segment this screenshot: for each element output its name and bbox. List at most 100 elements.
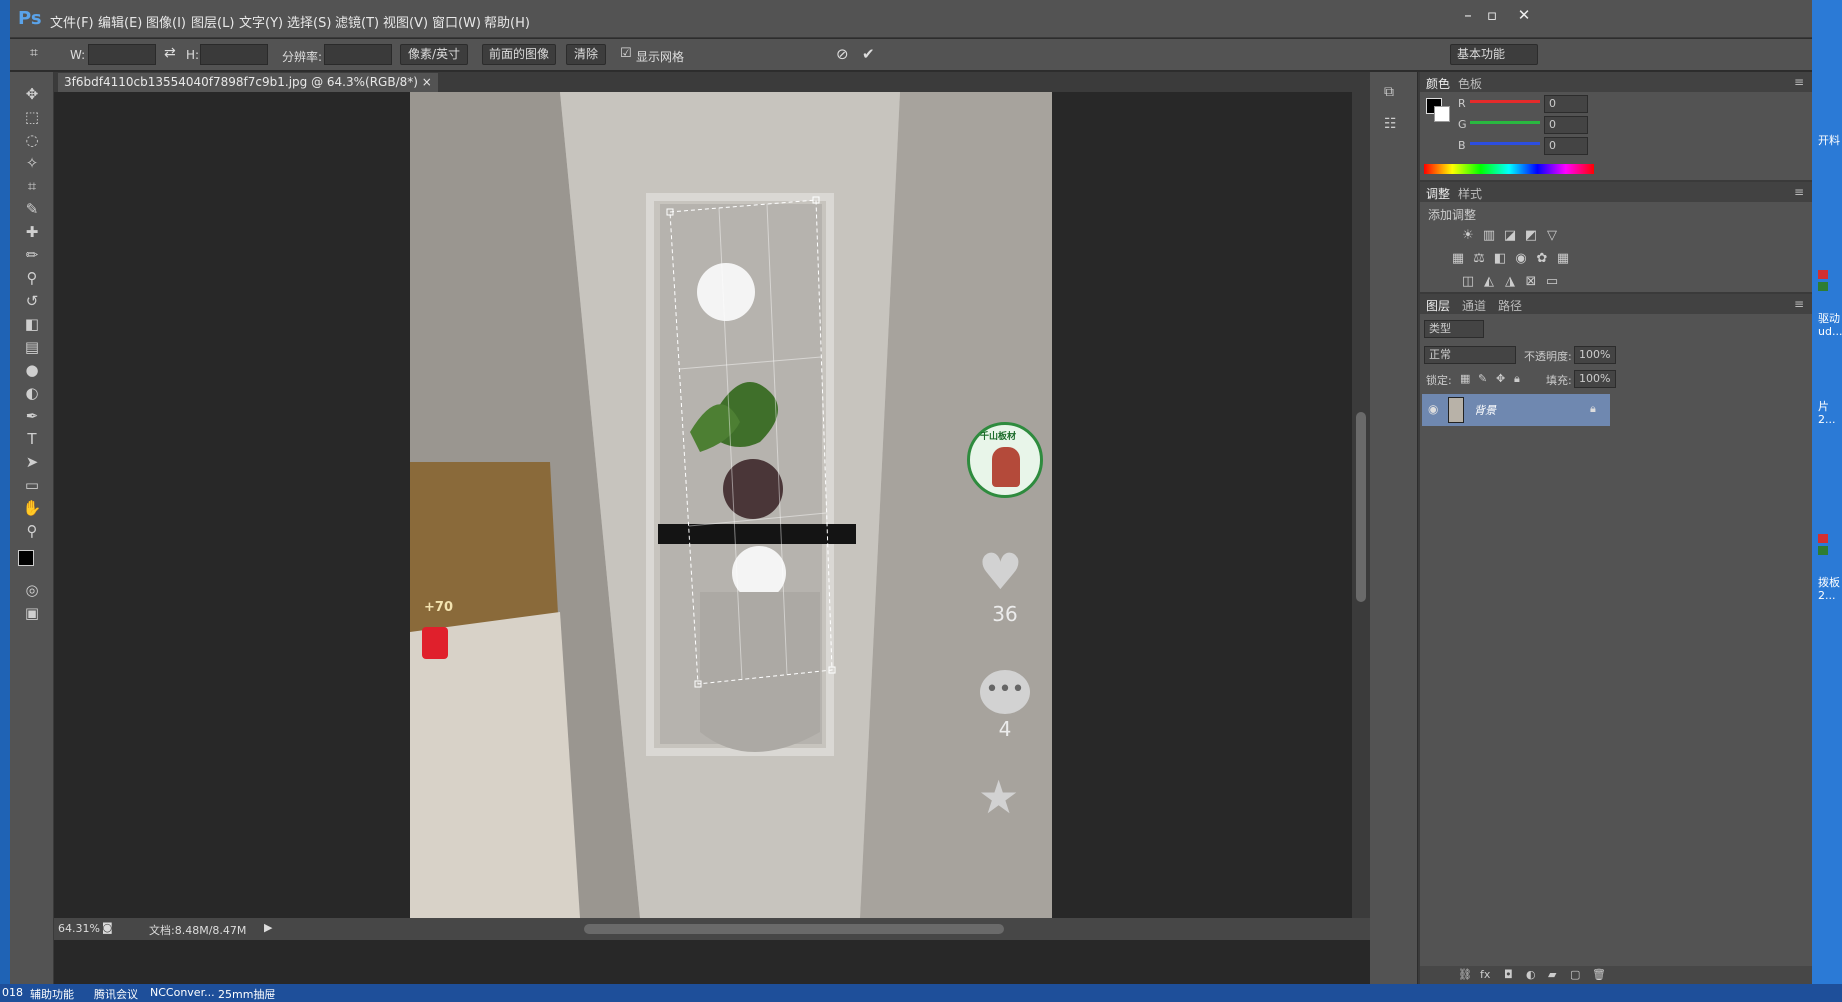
panel-menu-icon[interactable]: ≡ [1794,185,1804,199]
lock-transparent-icon[interactable]: ▦ [1460,372,1470,385]
menu-select[interactable]: 选择(S) [287,12,331,31]
document-tab[interactable]: 3f6bdf4110cb13554040f7898f7c9b1.jpg @ 64… [58,73,438,92]
quick-mask-icon[interactable]: ◎ [19,578,45,602]
type-tool-icon[interactable]: T [19,427,45,451]
lock-paint-icon[interactable]: ✎ [1478,372,1487,385]
taskbar-item[interactable]: 腾讯会议 [94,986,138,1002]
channel-r-slider[interactable] [1470,100,1540,103]
horizontal-scroll-thumb[interactable] [584,924,1004,934]
menu-image[interactable]: 图像(I) [146,12,186,31]
selective-color-icon[interactable]: ▭ [1544,274,1560,290]
clone-stamp-tool-icon[interactable]: ⚲ [19,266,45,290]
cancel-icon[interactable]: ⊘ [836,45,849,63]
fill-input[interactable]: 100% [1574,370,1616,388]
desktop-icon-label[interactable]: 驱动 ud... [1818,312,1842,338]
link-layers-icon[interactable]: ⛓ [1458,968,1472,981]
levels-icon[interactable]: ▥ [1481,228,1497,244]
layer-row[interactable]: ◉ 背景 🔒︎ [1422,394,1610,426]
menu-file[interactable]: 文件(F) [50,12,94,31]
new-group-icon[interactable]: ▰ [1548,968,1556,981]
magic-wand-tool-icon[interactable]: ✧ [19,151,45,175]
new-layer-icon[interactable]: ▢ [1570,968,1580,981]
desktop-icon[interactable] [1818,534,1828,543]
history-brush-tool-icon[interactable]: ↺ [19,289,45,313]
crop-tool-icon[interactable]: ⌗ [19,174,45,198]
commit-check-icon[interactable]: ✔ [862,45,875,63]
vertical-scroll-thumb[interactable] [1356,412,1366,602]
channel-mixer-icon[interactable]: ✿ [1534,251,1550,267]
desktop-icon[interactable] [1818,282,1828,291]
crop-tool-preset-icon[interactable]: ⌗ [30,45,38,61]
channel-g-value[interactable]: 0 [1544,116,1588,134]
menu-view[interactable]: 视图(V) [383,12,428,31]
brightness-icon[interactable]: ☀ [1460,228,1476,244]
close-button[interactable]: ✕ [1510,5,1538,27]
taskbar-item[interactable]: 018 [2,986,23,999]
tab-swatches[interactable]: 色板 [1458,75,1482,92]
lock-all-icon[interactable]: 🔒︎ [1514,372,1520,386]
screen-mode-icon[interactable]: ▣ [19,601,45,625]
exposure-icon[interactable]: ◩ [1523,228,1539,244]
swap-icon[interactable]: ⇄ [164,45,176,61]
panel-menu-icon[interactable]: ≡ [1794,75,1804,89]
rectangle-tool-icon[interactable]: ▭ [19,473,45,497]
desktop-icon-label[interactable]: 拨板 2... [1818,576,1842,602]
marquee-tool-icon[interactable]: ⬚ [19,105,45,129]
delete-layer-icon[interactable]: 🗑︎ [1592,968,1606,981]
layer-name[interactable]: 背景 [1474,402,1496,418]
menu-layer[interactable]: 图层(L) [191,12,234,31]
zoom-tool-icon[interactable]: ⚲ [19,519,45,543]
move-tool-icon[interactable]: ✥ [19,82,45,106]
curves-icon[interactable]: ◪ [1502,228,1518,244]
properties-panel-icon[interactable]: ☷ [1384,116,1397,132]
channel-r-value[interactable]: 0 [1544,95,1588,113]
channel-b-slider[interactable] [1470,142,1540,145]
tab-layers[interactable]: 图层 [1426,297,1450,314]
unit-select[interactable]: 像素/英寸 [400,44,468,65]
show-grid-checkbox[interactable]: ☑ [620,46,632,61]
channel-b-value[interactable]: 0 [1544,137,1588,155]
brush-tool-icon[interactable]: ✏ [19,243,45,267]
clear-button[interactable]: 清除 [566,44,606,65]
menu-filter[interactable]: 滤镜(T) [335,12,379,31]
dodge-tool-icon[interactable]: ◐ [19,381,45,405]
tab-adjustments[interactable]: 调整 [1426,185,1450,202]
gradient-map-icon[interactable]: ⊠ [1523,274,1539,290]
workspace-select[interactable]: 基本功能 [1450,44,1538,65]
menu-edit[interactable]: 编辑(E) [98,12,142,31]
color-balance-icon[interactable]: ⚖ [1471,251,1487,267]
taskbar-item[interactable]: 25mm抽屉 [218,986,275,1002]
layer-filter-select[interactable]: 类型 [1424,320,1484,338]
pen-tool-icon[interactable]: ✒ [19,404,45,428]
front-image-button[interactable]: 前面的图像 [482,44,556,65]
color-spectrum-bar[interactable] [1424,164,1594,174]
blur-tool-icon[interactable]: ● [19,358,45,382]
eraser-tool-icon[interactable]: ◧ [19,312,45,336]
visibility-eye-icon[interactable]: ◉ [1428,402,1438,416]
tab-color[interactable]: 颜色 [1426,75,1450,92]
zoom-level[interactable]: 64.31% [58,922,100,935]
menu-help[interactable]: 帮助(H) [484,12,530,31]
tab-styles[interactable]: 样式 [1458,185,1482,202]
invert-icon[interactable]: ◫ [1460,274,1476,290]
width-input[interactable] [88,44,156,65]
healing-brush-tool-icon[interactable]: ✚ [19,220,45,244]
desktop-icon[interactable] [1818,546,1828,555]
threshold-icon[interactable]: ◮ [1502,274,1518,290]
desktop-icon-label[interactable]: 片 2... [1818,400,1842,426]
status-menu-arrow-icon[interactable]: ▶ [264,921,272,934]
vertical-scrollbar[interactable] [1352,92,1370,918]
black-white-icon[interactable]: ◧ [1492,251,1508,267]
maximize-button[interactable]: ▫ [1478,5,1506,27]
resolution-input[interactable] [324,44,392,65]
foreground-color-swatch[interactable] [18,550,34,566]
vibrance-icon[interactable]: ▽ [1544,228,1560,244]
path-selection-tool-icon[interactable]: ➤ [19,450,45,474]
posterize-icon[interactable]: ◭ [1481,274,1497,290]
lock-position-icon[interactable]: ✥ [1496,372,1505,385]
color-lookup-icon[interactable]: ▦ [1555,251,1571,267]
menu-window[interactable]: 窗口(W) [432,12,481,31]
lasso-tool-icon[interactable]: ◌ [19,128,45,152]
history-panel-icon[interactable]: ⧉ [1384,84,1394,100]
fx-icon[interactable]: fx [1480,968,1490,981]
